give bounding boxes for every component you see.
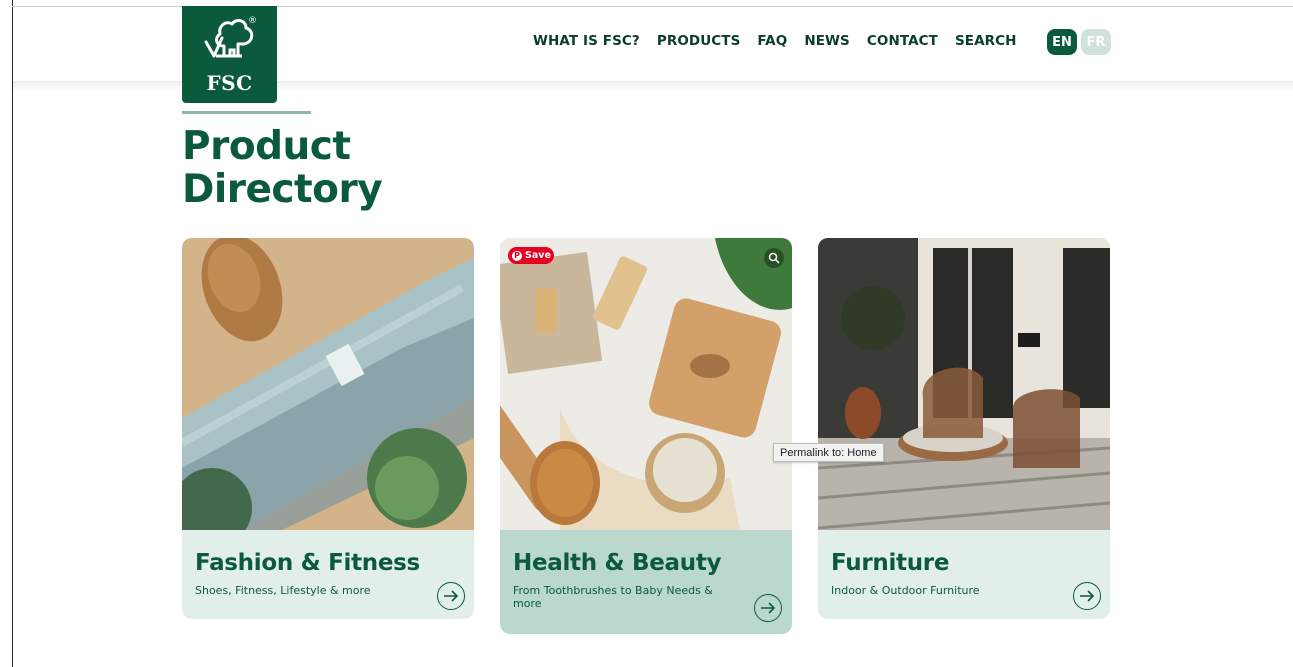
card-image-health-beauty: [500, 238, 792, 530]
card-title: Furniture: [831, 550, 950, 576]
card-body: Health & Beauty From Toothbrushes to Bab…: [500, 530, 792, 634]
nav-news[interactable]: NEWS: [804, 33, 850, 49]
nav-products[interactable]: PRODUCTS: [657, 33, 741, 49]
lang-fr-button[interactable]: FR: [1081, 29, 1111, 55]
page-title-line2: Directory: [182, 167, 383, 212]
fsc-logo[interactable]: ® FSC: [182, 6, 277, 103]
nav-search[interactable]: SEARCH: [955, 33, 1017, 49]
card-subtitle: Shoes, Fitness, Lifestyle & more: [195, 584, 371, 597]
card-body: Fashion & Fitness Shoes, Fitness, Lifest…: [182, 530, 474, 619]
card-subtitle: Indoor & Outdoor Furniture: [831, 584, 980, 597]
page-title: Product Directory: [182, 124, 383, 212]
pinterest-icon: P: [512, 250, 522, 261]
logo-text: FSC: [206, 71, 253, 95]
card-title: Fashion & Fitness: [195, 550, 420, 576]
pinterest-save-button[interactable]: P Save: [508, 247, 554, 264]
zoom-button[interactable]: [764, 248, 784, 268]
card-furniture[interactable]: Furniture Indoor & Outdoor Furniture: [818, 238, 1110, 619]
registered-mark: ®: [248, 16, 257, 26]
window-edge: [12, 0, 13, 667]
save-label: Save: [525, 250, 551, 261]
card-image-fashion-fitness: [182, 238, 474, 530]
card-image-furniture: [818, 238, 1110, 530]
card-body: Furniture Indoor & Outdoor Furniture: [818, 530, 1110, 619]
main-nav: WHAT IS FSC? PRODUCTS FAQ NEWS CONTACT S…: [533, 33, 1034, 49]
card-fashion-fitness[interactable]: Fashion & Fitness Shoes, Fitness, Lifest…: [182, 238, 474, 619]
card-subtitle: From Toothbrushes to Baby Needs & more: [513, 584, 713, 610]
zoom-icon: [768, 252, 780, 264]
card-title: Health & Beauty: [513, 550, 722, 576]
nav-contact[interactable]: CONTACT: [867, 33, 938, 49]
title-rule: [182, 111, 311, 114]
arrow-right-circle-icon[interactable]: [754, 594, 782, 622]
page-title-line1: Product: [182, 124, 351, 169]
nav-faq[interactable]: FAQ: [757, 33, 787, 49]
card-health-beauty[interactable]: Health & Beauty From Toothbrushes to Bab…: [500, 238, 792, 634]
nav-what-is-fsc[interactable]: WHAT IS FSC?: [533, 33, 640, 49]
arrow-right-circle-icon[interactable]: [1073, 582, 1101, 610]
lang-en-button[interactable]: EN: [1047, 29, 1077, 55]
permalink-tooltip: Permalink to: Home: [773, 443, 884, 462]
arrow-right-circle-icon[interactable]: [437, 582, 465, 610]
